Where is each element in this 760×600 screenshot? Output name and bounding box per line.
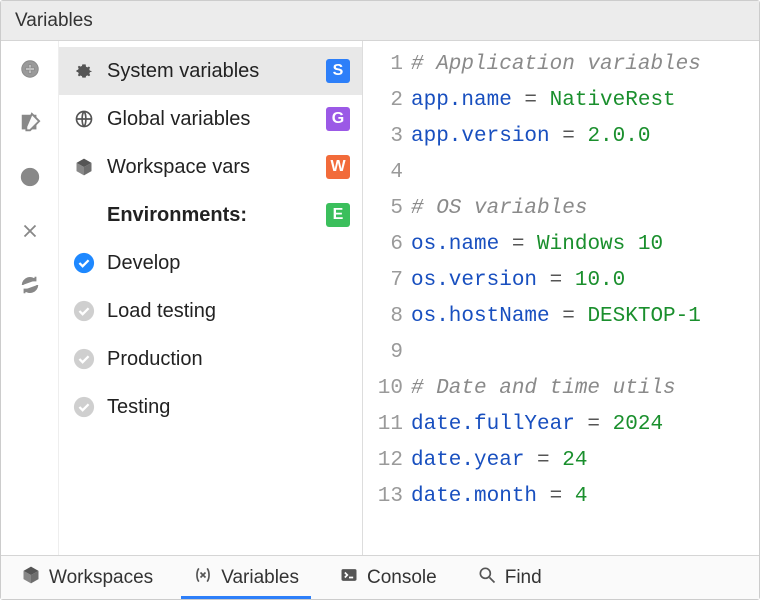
scope-label: System variables xyxy=(107,60,314,83)
editor-content[interactable]: # Application variablesapp.name = Native… xyxy=(411,47,759,555)
environments-heading: Environments: xyxy=(107,204,314,227)
line-number: 5 xyxy=(363,191,403,227)
line-number: 8 xyxy=(363,299,403,335)
code-line: # OS variables xyxy=(411,191,759,227)
tab-label: Variables xyxy=(221,567,299,589)
line-number: 11 xyxy=(363,407,403,443)
tab-label: Workspaces xyxy=(49,567,153,589)
code-line: date.year = 24 xyxy=(411,443,759,479)
window-body: System variables S Global variables G Worksp… xyxy=(1,41,759,555)
environment-item-load-testing[interactable]: Load testing xyxy=(59,287,362,335)
tab-label: Console xyxy=(367,567,437,589)
scope-badge: S xyxy=(326,59,350,83)
globe-icon xyxy=(73,108,95,130)
cube-icon xyxy=(73,156,95,178)
line-number: 12 xyxy=(363,443,403,479)
environments-badge: E xyxy=(326,203,350,227)
check-circle-icon xyxy=(73,396,95,418)
scope-badge: G xyxy=(326,107,350,131)
editor-gutter: 12345678910111213 xyxy=(363,47,411,555)
refresh-icon xyxy=(19,274,41,296)
check-circle-icon xyxy=(73,300,95,322)
titlebar: Variables xyxy=(1,1,759,41)
code-line xyxy=(411,155,759,191)
line-number: 10 xyxy=(363,371,403,407)
environment-label: Testing xyxy=(107,396,170,419)
scope-badge: W xyxy=(326,155,350,179)
var-icon xyxy=(193,565,213,591)
scope-item-workspace-vars[interactable]: Workspace vars W xyxy=(59,143,362,191)
line-number: 1 xyxy=(363,47,403,83)
scope-label: Global variables xyxy=(107,108,314,131)
code-editor[interactable]: 12345678910111213 # Application variable… xyxy=(363,41,759,555)
code-line xyxy=(411,335,759,371)
close-icon xyxy=(19,220,41,242)
code-line: app.name = NativeRest xyxy=(411,83,759,119)
scope-item-system-variables[interactable]: System variables S xyxy=(59,47,362,95)
scope-label: Workspace vars xyxy=(107,156,314,179)
line-number: 13 xyxy=(363,479,403,515)
cube-icon xyxy=(21,565,41,591)
gear-icon xyxy=(73,60,95,82)
environment-item-develop[interactable]: Develop xyxy=(59,239,362,287)
check-circle-icon xyxy=(73,348,95,370)
tab-workspaces[interactable]: Workspaces xyxy=(1,556,173,599)
window-title: Variables xyxy=(15,10,93,32)
code-line: app.version = 2.0.0 xyxy=(411,119,759,155)
delete-button[interactable] xyxy=(16,217,44,245)
environment-label: Load testing xyxy=(107,300,216,323)
check-circle-icon xyxy=(19,166,41,188)
footer-tabs: Workspaces Variables Console Find xyxy=(1,555,759,599)
tab-variables[interactable]: Variables xyxy=(173,556,319,599)
variables-window: Variables System variables S Global variab… xyxy=(0,0,760,600)
line-number: 3 xyxy=(363,119,403,155)
tab-label: Find xyxy=(505,567,542,589)
line-number: 9 xyxy=(363,335,403,371)
environment-label: Develop xyxy=(107,252,180,275)
environment-item-production[interactable]: Production xyxy=(59,335,362,383)
code-line: os.version = 10.0 xyxy=(411,263,759,299)
code-line: # Application variables xyxy=(411,47,759,83)
line-number: 2 xyxy=(363,83,403,119)
edit-button[interactable] xyxy=(16,109,44,137)
sidebar: System variables S Global variables G Worksp… xyxy=(59,41,363,555)
scope-item-global-variables[interactable]: Global variables G xyxy=(59,95,362,143)
search-icon xyxy=(477,565,497,591)
environment-label: Production xyxy=(107,348,203,371)
line-number: 6 xyxy=(363,227,403,263)
tab-find[interactable]: Find xyxy=(457,556,562,599)
environments-heading-row: Environments: E xyxy=(59,191,362,239)
line-number: 7 xyxy=(363,263,403,299)
environment-item-testing[interactable]: Testing xyxy=(59,383,362,431)
plus-circle-icon xyxy=(19,58,41,80)
code-line: date.month = 4 xyxy=(411,479,759,515)
confirm-button[interactable] xyxy=(16,163,44,191)
code-line: os.hostName = DESKTOP-1 xyxy=(411,299,759,335)
refresh-button[interactable] xyxy=(16,271,44,299)
action-toolbar xyxy=(1,41,59,555)
edit-icon xyxy=(19,112,41,134)
code-line: # Date and time utils xyxy=(411,371,759,407)
code-line: os.name = Windows 10 xyxy=(411,227,759,263)
line-number: 4 xyxy=(363,155,403,191)
code-line: date.fullYear = 2024 xyxy=(411,407,759,443)
add-button[interactable] xyxy=(16,55,44,83)
tab-console[interactable]: Console xyxy=(319,556,457,599)
check-circle-icon xyxy=(73,252,95,274)
console-icon xyxy=(339,565,359,591)
